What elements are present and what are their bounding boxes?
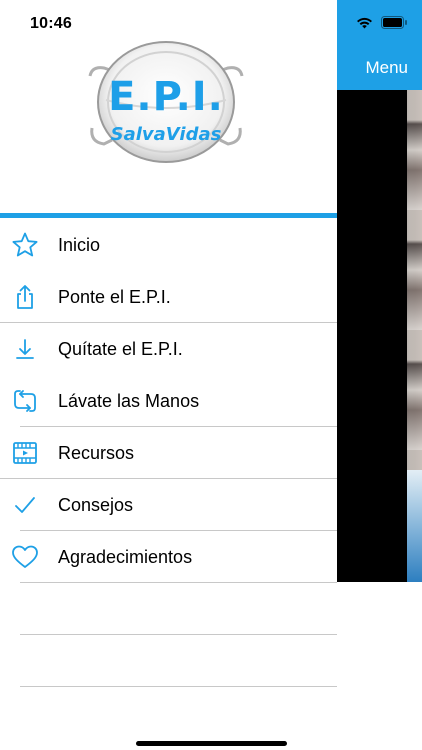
logo-title: E.P.I. [108,74,224,120]
background-photo [337,90,422,582]
heart-icon [12,545,38,568]
empty-row [0,583,337,635]
star-icon [12,232,38,257]
app-logo: E.P.I. SalvaVidas [86,36,246,166]
menu-item-recursos[interactable]: Recursos [0,427,337,479]
status-icons [356,16,408,29]
menu-item-label: Inicio [58,235,101,255]
drawer-menu: Inicio Ponte el E.P.I. Quítate el E.P.I. [0,219,337,687]
wifi-icon [357,17,372,28]
separator [20,686,337,687]
menu-button[interactable]: Menu [365,58,408,78]
nav-bar: Menu [337,0,422,90]
logo-subtitle: SalvaVidas [110,124,222,145]
home-indicator[interactable] [136,741,287,746]
menu-item-label: Consejos [58,495,134,515]
side-drawer: 10:46 E.P.I. SalvaVidas Inicio Ponte el … [0,0,337,750]
menu-item-ponte[interactable]: Ponte el E.P.I. [0,271,337,323]
menu-item-quitate[interactable]: Quítate el E.P.I. [0,323,337,375]
video-icon [13,442,37,464]
battery-icon [381,16,407,29]
menu-item-lavate[interactable]: Lávate las Manos [0,375,337,427]
checkmark-icon [15,497,35,513]
menu-item-label: Ponte el E.P.I. [58,287,171,307]
menu-item-label: Quítate el E.P.I. [58,339,183,359]
menu-item-consejos[interactable]: Consejos [0,479,337,531]
menu-item-agradecimientos[interactable]: Agradecimientos [0,531,337,583]
repeat-icon [14,390,36,412]
menu-item-label: Lávate las Manos [58,391,200,411]
accent-divider [0,213,337,218]
menu-item-label: Agradecimientos [58,547,193,567]
share-icon [17,285,33,309]
status-time: 10:46 [30,15,72,32]
empty-row [0,635,337,687]
download-icon [16,339,34,359]
menu-item-inicio[interactable]: Inicio [0,219,337,271]
menu-item-label: Recursos [58,443,135,463]
